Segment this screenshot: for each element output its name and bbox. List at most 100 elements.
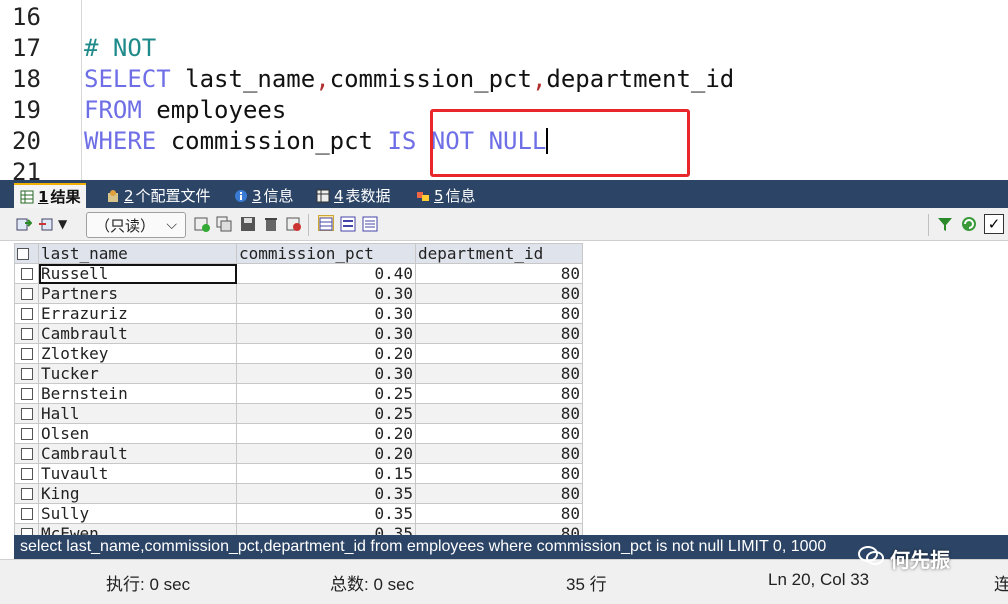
column-header-department-id[interactable]: department_id bbox=[415, 243, 583, 264]
row-checkbox[interactable] bbox=[14, 423, 39, 444]
row-checkbox[interactable] bbox=[14, 523, 39, 535]
cell-commission-pct[interactable]: 0.25 bbox=[236, 403, 416, 424]
cell-last-name[interactable]: Tuvault bbox=[38, 463, 237, 484]
messages-icon bbox=[416, 189, 430, 203]
cell-commission-pct[interactable]: 0.30 bbox=[236, 323, 416, 344]
cell-department-id[interactable]: 80 bbox=[415, 503, 583, 524]
select-all-checkbox[interactable] bbox=[14, 243, 39, 264]
cell-department-id[interactable]: 80 bbox=[415, 343, 583, 364]
refresh-icon[interactable] bbox=[961, 216, 977, 232]
row-checkbox[interactable] bbox=[14, 303, 39, 324]
save-icon[interactable] bbox=[240, 216, 256, 232]
header-row: last_name commission_pct department_id bbox=[14, 243, 583, 264]
table-row[interactable]: Tucker 0.30 80 bbox=[14, 363, 583, 384]
cell-department-id[interactable]: 80 bbox=[415, 263, 583, 284]
cell-commission-pct[interactable]: 0.30 bbox=[236, 283, 416, 304]
cell-department-id[interactable]: 80 bbox=[415, 423, 583, 444]
cell-last-name[interactable]: King bbox=[38, 483, 237, 504]
cell-department-id[interactable]: 80 bbox=[415, 303, 583, 324]
cell-last-name[interactable]: Cambrault bbox=[38, 323, 237, 344]
cell-department-id[interactable]: 80 bbox=[415, 443, 583, 464]
cell-commission-pct[interactable]: 0.35 bbox=[236, 503, 416, 524]
row-checkbox[interactable] bbox=[14, 403, 39, 424]
cancel-changes-icon[interactable] bbox=[286, 216, 302, 232]
cell-last-name[interactable]: Cambrault bbox=[38, 443, 237, 464]
column-header-commission-pct[interactable]: commission_pct bbox=[236, 243, 416, 264]
cell-department-id[interactable]: 80 bbox=[415, 483, 583, 504]
table-row[interactable]: Cambrault 0.20 80 bbox=[14, 443, 583, 464]
table-row[interactable]: Zlotkey 0.20 80 bbox=[14, 343, 583, 364]
table-row[interactable]: Bernstein 0.25 80 bbox=[14, 383, 583, 404]
text-view-icon[interactable] bbox=[362, 216, 378, 232]
tab-table-data[interactable]: 4 表数据 bbox=[310, 183, 397, 208]
export-icon[interactable] bbox=[16, 216, 33, 232]
cell-commission-pct[interactable]: 0.30 bbox=[236, 303, 416, 324]
cell-last-name[interactable]: Errazuriz bbox=[38, 303, 237, 324]
import-icon[interactable] bbox=[38, 216, 54, 232]
filter-icon[interactable] bbox=[937, 216, 953, 232]
toolbar-separator bbox=[308, 214, 309, 236]
row-checkbox[interactable] bbox=[14, 383, 39, 404]
sql-editor[interactable]: 16 17 18 19 20 21 # NOT SELECT last_name… bbox=[0, 0, 1008, 180]
table-row[interactable]: McEwen 0.35 80 bbox=[14, 523, 583, 535]
cell-department-id[interactable]: 80 bbox=[415, 363, 583, 384]
cell-department-id[interactable]: 80 bbox=[415, 403, 583, 424]
cell-department-id[interactable]: 80 bbox=[415, 463, 583, 484]
checkbox-icon[interactable]: ✓ bbox=[984, 214, 1004, 234]
cell-commission-pct[interactable]: 0.30 bbox=[236, 363, 416, 384]
grid-view-icon[interactable] bbox=[318, 215, 334, 231]
duplicate-row-icon[interactable] bbox=[216, 216, 232, 232]
cell-commission-pct[interactable]: 0.35 bbox=[236, 523, 416, 535]
table-row[interactable]: Cambrault 0.30 80 bbox=[14, 323, 583, 344]
column-header-last-name[interactable]: last_name bbox=[38, 243, 237, 264]
cell-last-name[interactable]: Bernstein bbox=[38, 383, 237, 404]
cell-commission-pct[interactable]: 0.25 bbox=[236, 383, 416, 404]
delete-icon[interactable] bbox=[263, 216, 279, 232]
row-checkbox[interactable] bbox=[14, 263, 39, 284]
tab-results[interactable]: 1 结果 bbox=[14, 183, 87, 208]
cell-commission-pct[interactable]: 0.20 bbox=[236, 443, 416, 464]
cell-last-name[interactable]: Sully bbox=[38, 503, 237, 524]
status-left-strip bbox=[0, 535, 14, 559]
row-checkbox[interactable] bbox=[14, 503, 39, 524]
cell-last-name[interactable]: Zlotkey bbox=[38, 343, 237, 364]
row-checkbox[interactable] bbox=[14, 443, 39, 464]
row-checkbox[interactable] bbox=[14, 363, 39, 384]
table-row[interactable]: Olsen 0.20 80 bbox=[14, 423, 583, 444]
row-checkbox[interactable] bbox=[14, 323, 39, 344]
cell-department-id[interactable]: 80 bbox=[415, 323, 583, 344]
row-checkbox[interactable] bbox=[14, 343, 39, 364]
cell-commission-pct[interactable]: 0.35 bbox=[236, 483, 416, 504]
row-checkbox[interactable] bbox=[14, 463, 39, 484]
table-row[interactable]: Hall 0.25 80 bbox=[14, 403, 583, 424]
cell-last-name[interactable]: Hall bbox=[38, 403, 237, 424]
cell-commission-pct[interactable]: 0.40 bbox=[236, 263, 416, 284]
cell-last-name[interactable]: Olsen bbox=[38, 423, 237, 444]
cell-commission-pct[interactable]: 0.15 bbox=[236, 463, 416, 484]
tab-profiles[interactable]: 2 个配置文件 bbox=[100, 183, 217, 208]
table-row[interactable]: Russell 0.40 80 bbox=[14, 263, 583, 284]
table-row[interactable]: Partners 0.30 80 bbox=[14, 283, 583, 304]
table-row[interactable]: King 0.35 80 bbox=[14, 483, 583, 504]
readonly-mode-select[interactable]: （只读） ⌵ bbox=[86, 212, 186, 238]
dropdown-caret-icon[interactable]: ▼ bbox=[58, 217, 74, 233]
cell-department-id[interactable]: 80 bbox=[415, 283, 583, 304]
table-row[interactable]: Tuvault 0.15 80 bbox=[14, 463, 583, 484]
cell-commission-pct[interactable]: 0.20 bbox=[236, 423, 416, 444]
cell-last-name[interactable]: Partners bbox=[38, 283, 237, 304]
table-row[interactable]: Sully 0.35 80 bbox=[14, 503, 583, 524]
identifier-token: last_name bbox=[170, 65, 316, 93]
table-row[interactable]: Errazuriz 0.30 80 bbox=[14, 303, 583, 324]
cell-department-id[interactable]: 80 bbox=[415, 523, 583, 535]
row-checkbox[interactable] bbox=[14, 483, 39, 504]
row-checkbox[interactable] bbox=[14, 283, 39, 304]
cell-last-name[interactable]: Tucker bbox=[38, 363, 237, 384]
cell-last-name[interactable]: McEwen bbox=[38, 523, 237, 535]
cell-commission-pct[interactable]: 0.20 bbox=[236, 343, 416, 364]
cell-last-name[interactable]: Russell bbox=[38, 263, 237, 284]
cell-department-id[interactable]: 80 bbox=[415, 383, 583, 404]
add-row-icon[interactable] bbox=[194, 216, 210, 232]
form-view-icon[interactable] bbox=[340, 216, 356, 232]
tab-messages[interactable]: 5 信息 bbox=[410, 183, 482, 208]
tab-info[interactable]: 3 信息 bbox=[228, 183, 300, 208]
